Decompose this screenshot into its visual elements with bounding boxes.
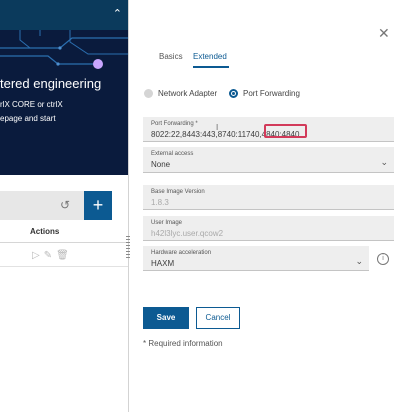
port-forwarding-radio[interactable]	[229, 89, 238, 98]
panel-header: ⌃	[0, 0, 128, 30]
highlight-box	[264, 124, 307, 138]
actions-column-header: Actions	[30, 227, 60, 236]
base-image-version-value: 1.8.3	[151, 198, 169, 207]
row-action-icons: ▷✎🗑	[32, 250, 73, 261]
chevron-down-icon[interactable]: ⌄	[380, 157, 388, 168]
hero-text-line: rlX CORE or ctrlX	[0, 100, 63, 109]
panel-divider	[128, 0, 129, 412]
background-panel: ⌃ tered engineering rlX CORE or ctrlX ep…	[0, 0, 128, 412]
hero-banner: tered engineering rlX CORE or ctrlX epag…	[0, 30, 128, 175]
user-image-value: h42l3lyc.user.qcow2	[151, 229, 224, 238]
info-icon[interactable]: i	[377, 253, 389, 265]
tab-extended[interactable]: Extended	[193, 52, 227, 61]
port-forwarding-label[interactable]: Port Forwarding	[243, 89, 300, 98]
hero-title: tered engineering	[0, 76, 102, 91]
add-button[interactable]: +	[84, 191, 112, 220]
external-access-select[interactable]: External access None ⌄	[143, 147, 394, 173]
resize-handle[interactable]	[126, 236, 130, 258]
close-icon[interactable]: ✕	[378, 26, 390, 40]
required-note: * Required information	[143, 339, 223, 348]
cancel-button[interactable]: Cancel	[196, 307, 240, 329]
hardware-acceleration-value: HAXM	[151, 259, 175, 268]
refresh-icon[interactable]: ↺	[60, 199, 70, 211]
base-image-version-field: Base Image Version 1.8.3	[143, 185, 394, 210]
field-label: Base Image Version	[151, 189, 205, 195]
hero-text: rlX CORE or ctrlX epage and start	[0, 98, 63, 126]
save-button[interactable]: Save	[143, 307, 189, 329]
tab-basics[interactable]: Basics	[159, 52, 183, 61]
chevron-down-icon[interactable]: ⌄	[355, 256, 363, 267]
field-label: Port Forwarding *	[151, 121, 198, 127]
hardware-acceleration-select[interactable]: Hardware acceleration HAXM ⌄	[143, 246, 369, 271]
hero-text-line: epage and start	[0, 114, 56, 123]
network-adapter-label[interactable]: Network Adapter	[158, 89, 217, 98]
field-label: External access	[151, 151, 194, 157]
active-tab-indicator	[193, 66, 229, 68]
field-label: User Image	[151, 220, 183, 226]
text-cursor-icon: I	[216, 123, 219, 132]
user-image-field: User Image h42l3lyc.user.qcow2	[143, 216, 394, 241]
edit-icon[interactable]: ✎	[44, 250, 56, 261]
trash-icon[interactable]: 🗑	[56, 250, 73, 261]
network-adapter-radio[interactable]	[144, 89, 153, 98]
collapse-chevron-icon[interactable]: ⌃	[113, 8, 122, 20]
table-header: Actions	[0, 224, 128, 243]
external-access-value: None	[151, 160, 171, 169]
field-label: Hardware acceleration	[151, 250, 212, 256]
table-row: ▷✎🗑	[0, 246, 128, 267]
play-icon[interactable]: ▷	[32, 250, 44, 261]
